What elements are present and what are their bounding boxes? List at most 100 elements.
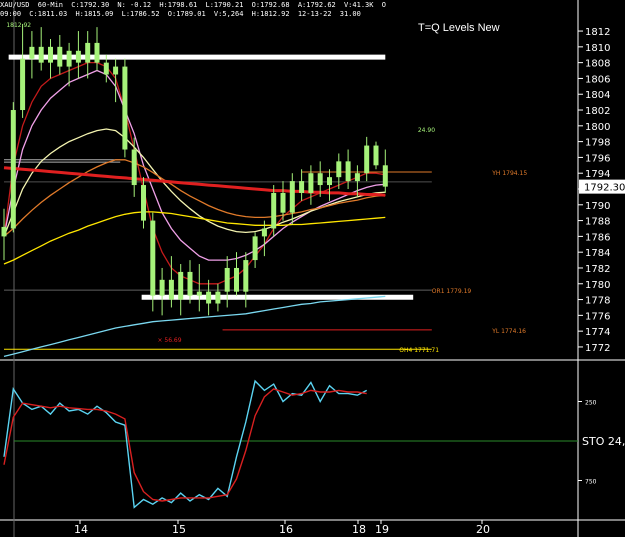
candle-body [354, 173, 360, 182]
candle-body [75, 50, 81, 63]
candle-body [289, 181, 295, 213]
candle-body [94, 42, 100, 63]
y-tick-label: 1780 [585, 280, 610, 291]
y-tick-label: 1782 [585, 264, 610, 275]
y-tick-label: 1806 [585, 74, 610, 85]
candle-body [261, 228, 267, 237]
ohlc-volume: V:41.3K [343, 1, 374, 9]
price-annotation: OH4 1771.71 [399, 347, 439, 354]
x-tick-label: 20 [476, 523, 490, 536]
ma-series-4 [3, 211, 386, 265]
candle-body [38, 46, 44, 63]
candle-body [252, 236, 258, 261]
ohlc-extra: O [381, 1, 386, 9]
price-annotation: 1812.92 [6, 22, 31, 29]
ohlc-change: N: -0.12 [117, 1, 152, 9]
candle-body [122, 66, 128, 150]
candle-body [336, 161, 342, 178]
y-tick-label: 1800 [585, 122, 610, 133]
y-tick-label: 1796 [585, 153, 610, 164]
candle-body [299, 181, 305, 193]
row2-field: 12-13-22 [297, 10, 332, 18]
row2-field: O:1789.01 [167, 10, 206, 18]
candle-body [150, 220, 156, 296]
y-tick-label: 1812 [585, 27, 610, 38]
info-bar-2: 09:00 C:1811.03 H:1815.09 L:1786.52 O:17… [0, 9, 580, 20]
price-annotation: 24.90 [418, 127, 435, 134]
chart-title: T=Q Levels New [418, 22, 500, 34]
candle-body [243, 260, 249, 292]
candle-body [168, 279, 174, 300]
candle-body [113, 66, 119, 75]
candle-body [66, 50, 72, 67]
y-tick-label: 1784 [585, 248, 610, 259]
candle-body [85, 42, 91, 63]
y-tick-label: 1788 [585, 217, 610, 228]
y-tick-label: 1794 [585, 169, 610, 180]
y-tick-label: 1804 [585, 90, 610, 101]
candle-body [141, 185, 146, 221]
x-tick-label: 19 [375, 523, 389, 536]
row2-field: H:1815.09 [75, 10, 114, 18]
x-tick-label: 16 [279, 523, 293, 536]
candle-body [206, 291, 212, 304]
ma-series-1 [3, 69, 386, 261]
y-tick-label: 1808 [585, 59, 610, 70]
y-tick-label: 1810 [585, 43, 610, 54]
stoch-y-tick-label: 750 [585, 479, 597, 486]
last-price-label: 1792.30 [584, 183, 625, 194]
candle-body [224, 267, 230, 292]
row2-field: H:1812.92 [251, 10, 290, 18]
stoch-label: STO 24, [582, 435, 625, 448]
candle-body [159, 279, 165, 296]
y-tick-label: 1772 [585, 343, 610, 354]
candle-body [178, 271, 184, 300]
stoch-y-tick-label: 250 [585, 400, 597, 407]
candle-body [345, 161, 351, 182]
x-tick-label: 14 [74, 523, 88, 536]
x-tick-label: 15 [172, 523, 186, 536]
candle-body [327, 177, 332, 186]
interval-label: 60-Min [37, 1, 64, 9]
price-annotation: YL 1774.16 [491, 328, 526, 335]
candle-body [131, 149, 137, 186]
candle-body [373, 145, 379, 166]
candle-body [215, 291, 221, 304]
y-tick-label: 1790 [585, 201, 610, 212]
candle-body [20, 58, 26, 111]
candle-body [382, 165, 388, 187]
price-annotation: YH 1794.15 [491, 170, 527, 177]
candle-body [280, 192, 286, 213]
ohlc-high: H:1798.61 [159, 1, 198, 9]
y-tick-label: 1802 [585, 106, 610, 117]
candle-body [196, 291, 202, 296]
price-annotation: OR1 1779.19 [432, 288, 472, 295]
row2-field: V:5,264 [213, 10, 244, 18]
row2-field: 09:00 [0, 10, 22, 18]
candle-body [29, 46, 35, 59]
candle-body [317, 173, 323, 186]
candle-body [271, 192, 277, 229]
row2-field: L:1786.52 [121, 10, 160, 18]
stoch-series-0 [3, 379, 368, 509]
candle-body [48, 46, 53, 63]
candle-body [10, 110, 16, 229]
candle-body [1, 226, 7, 237]
price-annotation: × 56.69 [157, 337, 181, 344]
candle-body [308, 173, 314, 193]
ma-series-5 [3, 295, 386, 358]
candle-body [234, 267, 239, 292]
y-tick-label: 1786 [585, 232, 610, 243]
ohlc-open: O:1792.68 [251, 1, 290, 9]
x-tick-label: 18 [352, 523, 366, 536]
symbol-label: XAU/USD [0, 1, 30, 9]
chart-canvas: 1812 1810 1808 1806 1804 1802 1800 1798 1796 1794… [0, 0, 625, 537]
candle-body [103, 62, 109, 75]
y-tick-label: 1776 [585, 311, 610, 322]
candle-body [57, 46, 63, 67]
y-tick-label: 1778 [585, 296, 610, 307]
candle-body [187, 271, 193, 296]
candle-body [364, 145, 370, 174]
ohlc-low: L:1790.21 [205, 1, 244, 9]
row2-field: C:1811.03 [29, 10, 68, 18]
